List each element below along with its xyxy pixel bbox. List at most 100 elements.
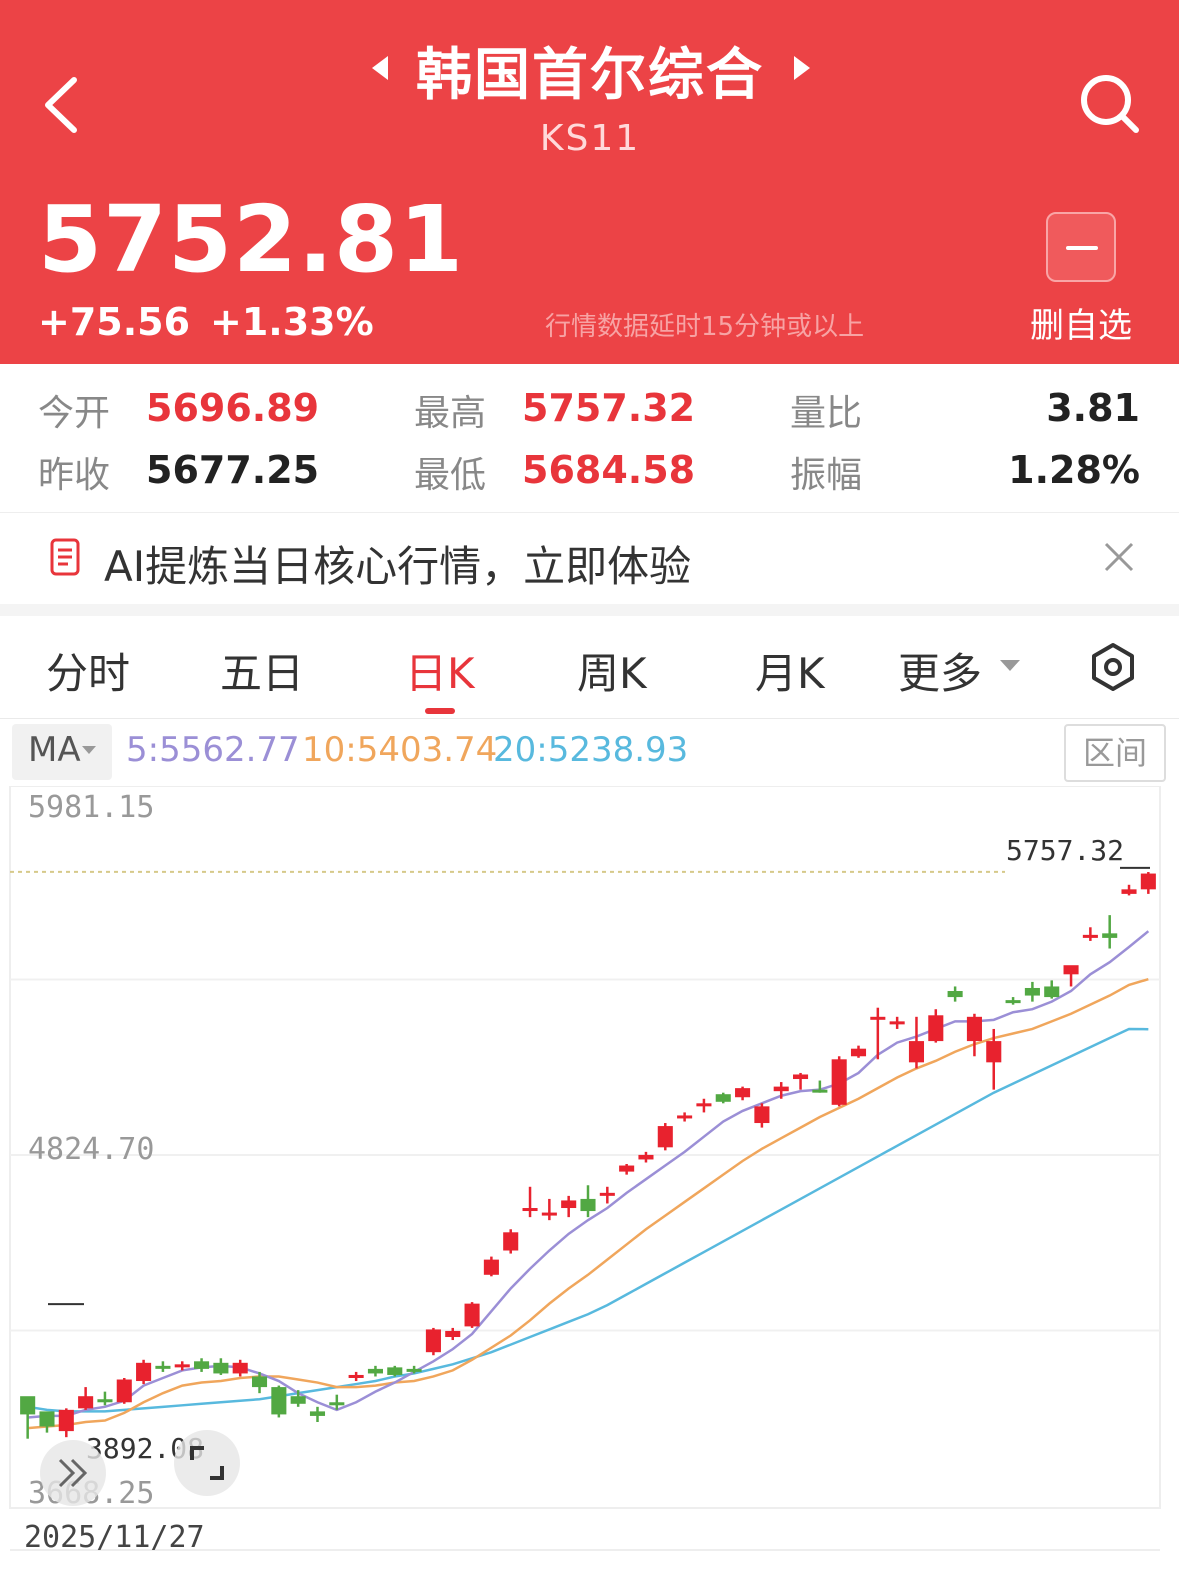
chevron-down-icon[interactable] xyxy=(1000,660,1020,671)
current-price: 5752.81 xyxy=(38,186,465,293)
candle-body xyxy=(503,1232,519,1251)
candle-body xyxy=(174,1364,190,1368)
candle-body xyxy=(966,1016,982,1042)
candle-body xyxy=(58,1409,74,1432)
back-icon[interactable] xyxy=(34,70,94,140)
candle-body xyxy=(638,1154,654,1160)
tabs-divider xyxy=(0,718,1179,719)
ma20-value: 20:5238.93 xyxy=(493,730,689,770)
candle-body xyxy=(464,1303,480,1327)
candle-body xyxy=(155,1365,171,1369)
candle-body xyxy=(735,1088,751,1098)
candle-body xyxy=(657,1126,673,1148)
stock-title: 韩国首尔综合 xyxy=(416,43,764,108)
candle-body xyxy=(928,1015,944,1042)
prev-stock-icon[interactable] xyxy=(368,54,392,82)
candle-body xyxy=(367,1368,383,1374)
next-stock-icon[interactable] xyxy=(790,54,814,82)
candle-body xyxy=(561,1200,577,1209)
open-label: 今开 xyxy=(38,393,111,434)
ma5-line xyxy=(27,930,1150,1419)
candle-body xyxy=(329,1402,345,1406)
candle-body xyxy=(754,1106,770,1124)
candle-body xyxy=(309,1411,326,1416)
settings-icon[interactable] xyxy=(1090,642,1136,692)
candle-body xyxy=(348,1374,364,1378)
low-label: 最低 xyxy=(414,455,487,496)
candle-body xyxy=(715,1094,731,1102)
candle-body xyxy=(908,1041,925,1063)
amplitude-value: 1.28% xyxy=(1008,448,1140,492)
expand-icon[interactable] xyxy=(40,1440,106,1506)
candle-body xyxy=(677,1115,693,1119)
remove-watchlist-button[interactable] xyxy=(1046,212,1116,282)
active-tab-indicator xyxy=(425,708,455,714)
candle-body xyxy=(387,1367,403,1375)
candle-body xyxy=(1063,965,1079,975)
tab-more[interactable]: 更多 xyxy=(898,640,982,701)
candle-body xyxy=(406,1368,422,1372)
candle-body xyxy=(619,1165,635,1172)
candle-body xyxy=(696,1103,712,1107)
amplitude-label: 振幅 xyxy=(790,455,863,496)
candle-body xyxy=(39,1411,55,1427)
ai-banner-text[interactable]: AI提炼当日核心行情，立即体验 xyxy=(104,533,691,594)
price-change-percent: +1.33% xyxy=(210,300,374,344)
candle-body xyxy=(290,1396,306,1404)
candle-body xyxy=(251,1376,268,1388)
ma5-value: 5:5562.77 xyxy=(126,730,300,770)
open-value: 5696.89 xyxy=(146,386,320,430)
candle-body xyxy=(97,1399,113,1403)
fullscreen-icon[interactable] xyxy=(174,1430,240,1496)
caret-down-icon[interactable] xyxy=(82,746,96,754)
ma-label[interactable]: MA xyxy=(28,730,81,770)
candle-body xyxy=(850,1048,867,1057)
tab-daily-k[interactable]: 日K xyxy=(405,640,475,701)
high-marker-label: 5757.32 xyxy=(1006,834,1125,867)
prev-close-value: 5677.25 xyxy=(146,448,320,492)
tab-five-day[interactable]: 五日 xyxy=(220,640,304,701)
candle-body xyxy=(232,1362,248,1374)
candle-body xyxy=(116,1379,132,1403)
volume-ratio-label: 量比 xyxy=(790,393,863,434)
candle-body xyxy=(522,1208,538,1212)
tab-monthly-k[interactable]: 月K xyxy=(755,640,825,701)
candle-body xyxy=(1121,889,1137,894)
candle-body xyxy=(986,1041,1002,1063)
candle-body xyxy=(445,1330,461,1338)
stock-code: KS11 xyxy=(539,118,641,159)
tab-weekly-k[interactable]: 周K xyxy=(577,640,647,701)
section-divider xyxy=(0,604,1179,616)
minus-icon xyxy=(1066,246,1098,250)
prev-close-label: 昨收 xyxy=(38,455,111,496)
candle-body xyxy=(78,1396,94,1409)
candle-body xyxy=(541,1212,557,1216)
candle-body xyxy=(1024,987,1040,996)
candle-body xyxy=(20,1396,36,1415)
candle-body xyxy=(271,1387,287,1415)
high-label: 最高 xyxy=(414,393,487,434)
candle-body xyxy=(483,1259,499,1275)
document-icon xyxy=(50,538,80,576)
candle-body xyxy=(947,991,963,998)
search-icon[interactable] xyxy=(1078,72,1142,136)
remove-watchlist-label[interactable]: 删自选 xyxy=(1030,298,1132,347)
ma10-value: 10:5403.74 xyxy=(302,730,498,770)
chart-frame xyxy=(9,785,1161,1509)
candle-body xyxy=(831,1059,847,1105)
candle-body xyxy=(580,1198,596,1212)
candle-body xyxy=(136,1362,152,1382)
close-icon[interactable] xyxy=(1102,540,1136,574)
candle-body xyxy=(194,1361,210,1369)
candle-body xyxy=(1102,933,1118,938)
price-change: +75.56 xyxy=(38,300,191,344)
candle-body xyxy=(1044,986,1060,998)
delay-note: 行情数据延时15分钟或以上 xyxy=(545,312,865,342)
range-button[interactable]: 区间 xyxy=(1064,724,1166,782)
volume-ratio-value: 3.81 xyxy=(1046,386,1140,430)
tab-intraday[interactable]: 分时 xyxy=(46,640,130,701)
candle-body xyxy=(1082,934,1098,938)
y-axis-top-label: 5981.15 xyxy=(28,790,155,825)
candle-body xyxy=(773,1086,789,1092)
candle-body xyxy=(425,1329,441,1353)
